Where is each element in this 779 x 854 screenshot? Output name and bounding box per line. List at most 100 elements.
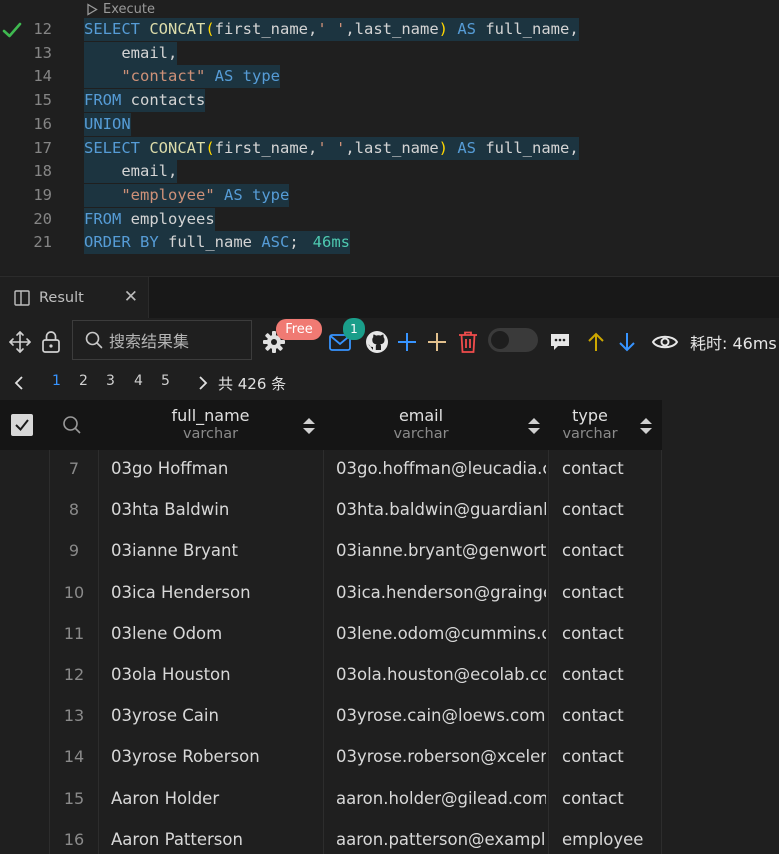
lock-icon[interactable] (39, 328, 63, 356)
table-cell[interactable]: 03hta.baldwin@guardianlife.com (336, 491, 546, 532)
code-text: SELECT CONCAT(first_name,' ',last_name) … (84, 136, 579, 160)
add-row-icon[interactable] (395, 328, 419, 356)
page-number[interactable]: 4 (134, 373, 143, 389)
close-tab-icon[interactable]: ✕ (124, 287, 138, 307)
table-cell[interactable]: 03lene Odom (111, 615, 321, 656)
line-number: 17 (33, 138, 52, 157)
arrow-down-icon[interactable] (616, 328, 638, 356)
arrow-up-icon[interactable] (585, 328, 607, 356)
code-token: ( (205, 138, 215, 157)
column-search-icon[interactable] (62, 415, 82, 435)
row-number: 9 (68, 541, 80, 561)
code-line[interactable]: 18 email, (0, 160, 779, 184)
column-type: varchar (393, 426, 449, 442)
sort-icon[interactable] (302, 416, 316, 436)
chevron-right-icon[interactable] (196, 375, 210, 391)
page-number[interactable]: 5 (161, 373, 170, 389)
table-cell[interactable]: 03yrose.cain@loews.com (336, 697, 546, 738)
table-row[interactable]: 13 03yrose Cain 03yrose.cain@loews.com cont… (0, 697, 662, 738)
column-name: email (398, 406, 444, 425)
table-cell[interactable]: Aaron Patterson (111, 821, 321, 854)
table-cell[interactable]: contact (562, 780, 660, 821)
execute-codelens[interactable]: Execute (86, 0, 155, 18)
pagination: 1 2 3 4 5 共 426 条 (0, 366, 779, 400)
tab-result-label: Result (39, 290, 84, 306)
table-cell[interactable]: contact (562, 656, 660, 697)
page-number[interactable]: 2 (79, 373, 88, 389)
code-line[interactable]: 17 SELECT CONCAT(first_name,' ',last_name… (0, 136, 779, 160)
sort-icon[interactable] (527, 416, 541, 436)
edit-mode-toggle[interactable] (488, 328, 538, 352)
column-header-email[interactable]: email varchar (323, 400, 519, 450)
table-row[interactable]: 12 03ola Houston 03ola.houston@ecolab.com c… (0, 656, 662, 697)
mail-count-badge: 1 (343, 318, 365, 340)
code-line[interactable]: 13 email, (0, 41, 779, 65)
table-cell[interactable]: contact (562, 491, 660, 532)
code-line[interactable]: 20 FROM employees (0, 207, 779, 231)
code-line[interactable]: 16 UNION (0, 112, 779, 136)
table-cell[interactable]: contact (562, 450, 660, 491)
code-text: SELECT CONCAT(first_name,' ',last_name) … (84, 18, 579, 41)
sql-editor[interactable]: Execute 12 SELECT CONCAT(first_name,' ',l… (0, 0, 779, 274)
table-cell[interactable]: 03yrose Cain (111, 697, 321, 738)
table-cell[interactable]: 03yrose.roberson@xcelenergy.com (336, 738, 546, 779)
code-line[interactable]: 14 "contact" AS type (0, 65, 779, 89)
table-cell[interactable]: contact (562, 697, 660, 738)
table-row[interactable]: 11 03lene Odom 03lene.odom@cummins.com cont… (0, 615, 662, 656)
table-cell[interactable]: 03hta Baldwin (111, 491, 321, 532)
table-row[interactable]: 14 03yrose Roberson 03yrose.roberson@xcele… (0, 738, 662, 779)
table-cell[interactable]: 03yrose Roberson (111, 738, 321, 779)
table-row[interactable]: 7 03go Hoffman 03go.hoffman@leucadia.com co… (0, 450, 662, 491)
table-cell[interactable]: 03ianne.bryant@genworth.com (336, 532, 546, 573)
table-row[interactable]: 15 Aaron Holder aaron.holder@gilead.com con… (0, 780, 662, 821)
move-icon[interactable] (7, 328, 33, 356)
play-icon (87, 2, 98, 16)
code-line[interactable]: 19 "employee" AS type (0, 183, 779, 207)
tab-result[interactable]: Result ✕ (0, 277, 149, 319)
column-header-full-name[interactable]: full_name varchar (98, 400, 323, 450)
insert-icon[interactable] (425, 328, 449, 356)
table-cell[interactable]: Aaron Holder (111, 780, 321, 821)
code-line[interactable]: 15 FROM contacts (0, 89, 779, 113)
column-type: varchar (182, 426, 239, 442)
free-badge[interactable]: Free (276, 319, 322, 340)
delete-icon[interactable] (456, 328, 480, 356)
search-input[interactable]: 搜索结果集 (72, 320, 252, 360)
line-number: 19 (33, 185, 52, 204)
page-number[interactable]: 1 (52, 373, 61, 389)
page-number[interactable]: 3 (106, 373, 115, 389)
search-placeholder: 搜索结果集 (109, 332, 190, 351)
table-cell[interactable]: 03ica.henderson@grainger.com (336, 574, 546, 615)
table-cell[interactable]: contact (562, 738, 660, 779)
table-cell[interactable]: contact (562, 574, 660, 615)
code-token: ) (438, 20, 448, 38)
table-cell[interactable]: contact (562, 532, 660, 573)
table-cell[interactable]: employee (562, 821, 660, 854)
select-all-checkbox[interactable] (11, 414, 33, 436)
chevron-left-icon[interactable] (12, 375, 26, 391)
table-row[interactable]: 9 03ianne Bryant 03ianne.bryant@genworth.c… (0, 532, 662, 573)
sort-icon[interactable] (639, 416, 653, 436)
code-token: type (242, 67, 280, 86)
comment-icon[interactable] (548, 328, 572, 356)
table-row[interactable]: 16 Aaron Patterson aaron.patterson@exampl e… (0, 821, 662, 854)
table-cell[interactable]: contact (562, 615, 660, 656)
line-number: 15 (33, 91, 52, 110)
table-row[interactable]: 10 03ica Henderson 03ica.henderson@grainge… (0, 574, 662, 615)
table-cell[interactable]: aaron.patterson@example.com (336, 821, 546, 854)
table-cell[interactable]: 03ola Houston (111, 656, 321, 697)
column-header-type[interactable]: type varchar (548, 400, 632, 450)
table-row[interactable]: 8 03hta Baldwin 03hta.baldwin@guardianlife… (0, 491, 662, 532)
table-cell[interactable]: aaron.holder@gilead.com (336, 780, 546, 821)
column-type: varchar (562, 426, 618, 442)
github-icon[interactable] (363, 328, 391, 356)
code-line[interactable]: 12 SELECT CONCAT(first_name,' ',last_name… (0, 18, 779, 41)
table-cell[interactable]: 03ianne Bryant (111, 532, 321, 573)
code-line[interactable]: 21 ORDER BY full_name ASC; 46ms (0, 231, 779, 255)
table-cell[interactable]: 03go Hoffman (111, 450, 321, 491)
table-cell[interactable]: 03ola.houston@ecolab.com (336, 656, 546, 697)
table-cell[interactable]: 03lene.odom@cummins.com (336, 615, 546, 656)
table-cell[interactable]: 03ica Henderson (111, 574, 321, 615)
eye-icon[interactable] (650, 328, 680, 356)
table-cell[interactable]: 03go.hoffman@leucadia.com (336, 450, 546, 491)
